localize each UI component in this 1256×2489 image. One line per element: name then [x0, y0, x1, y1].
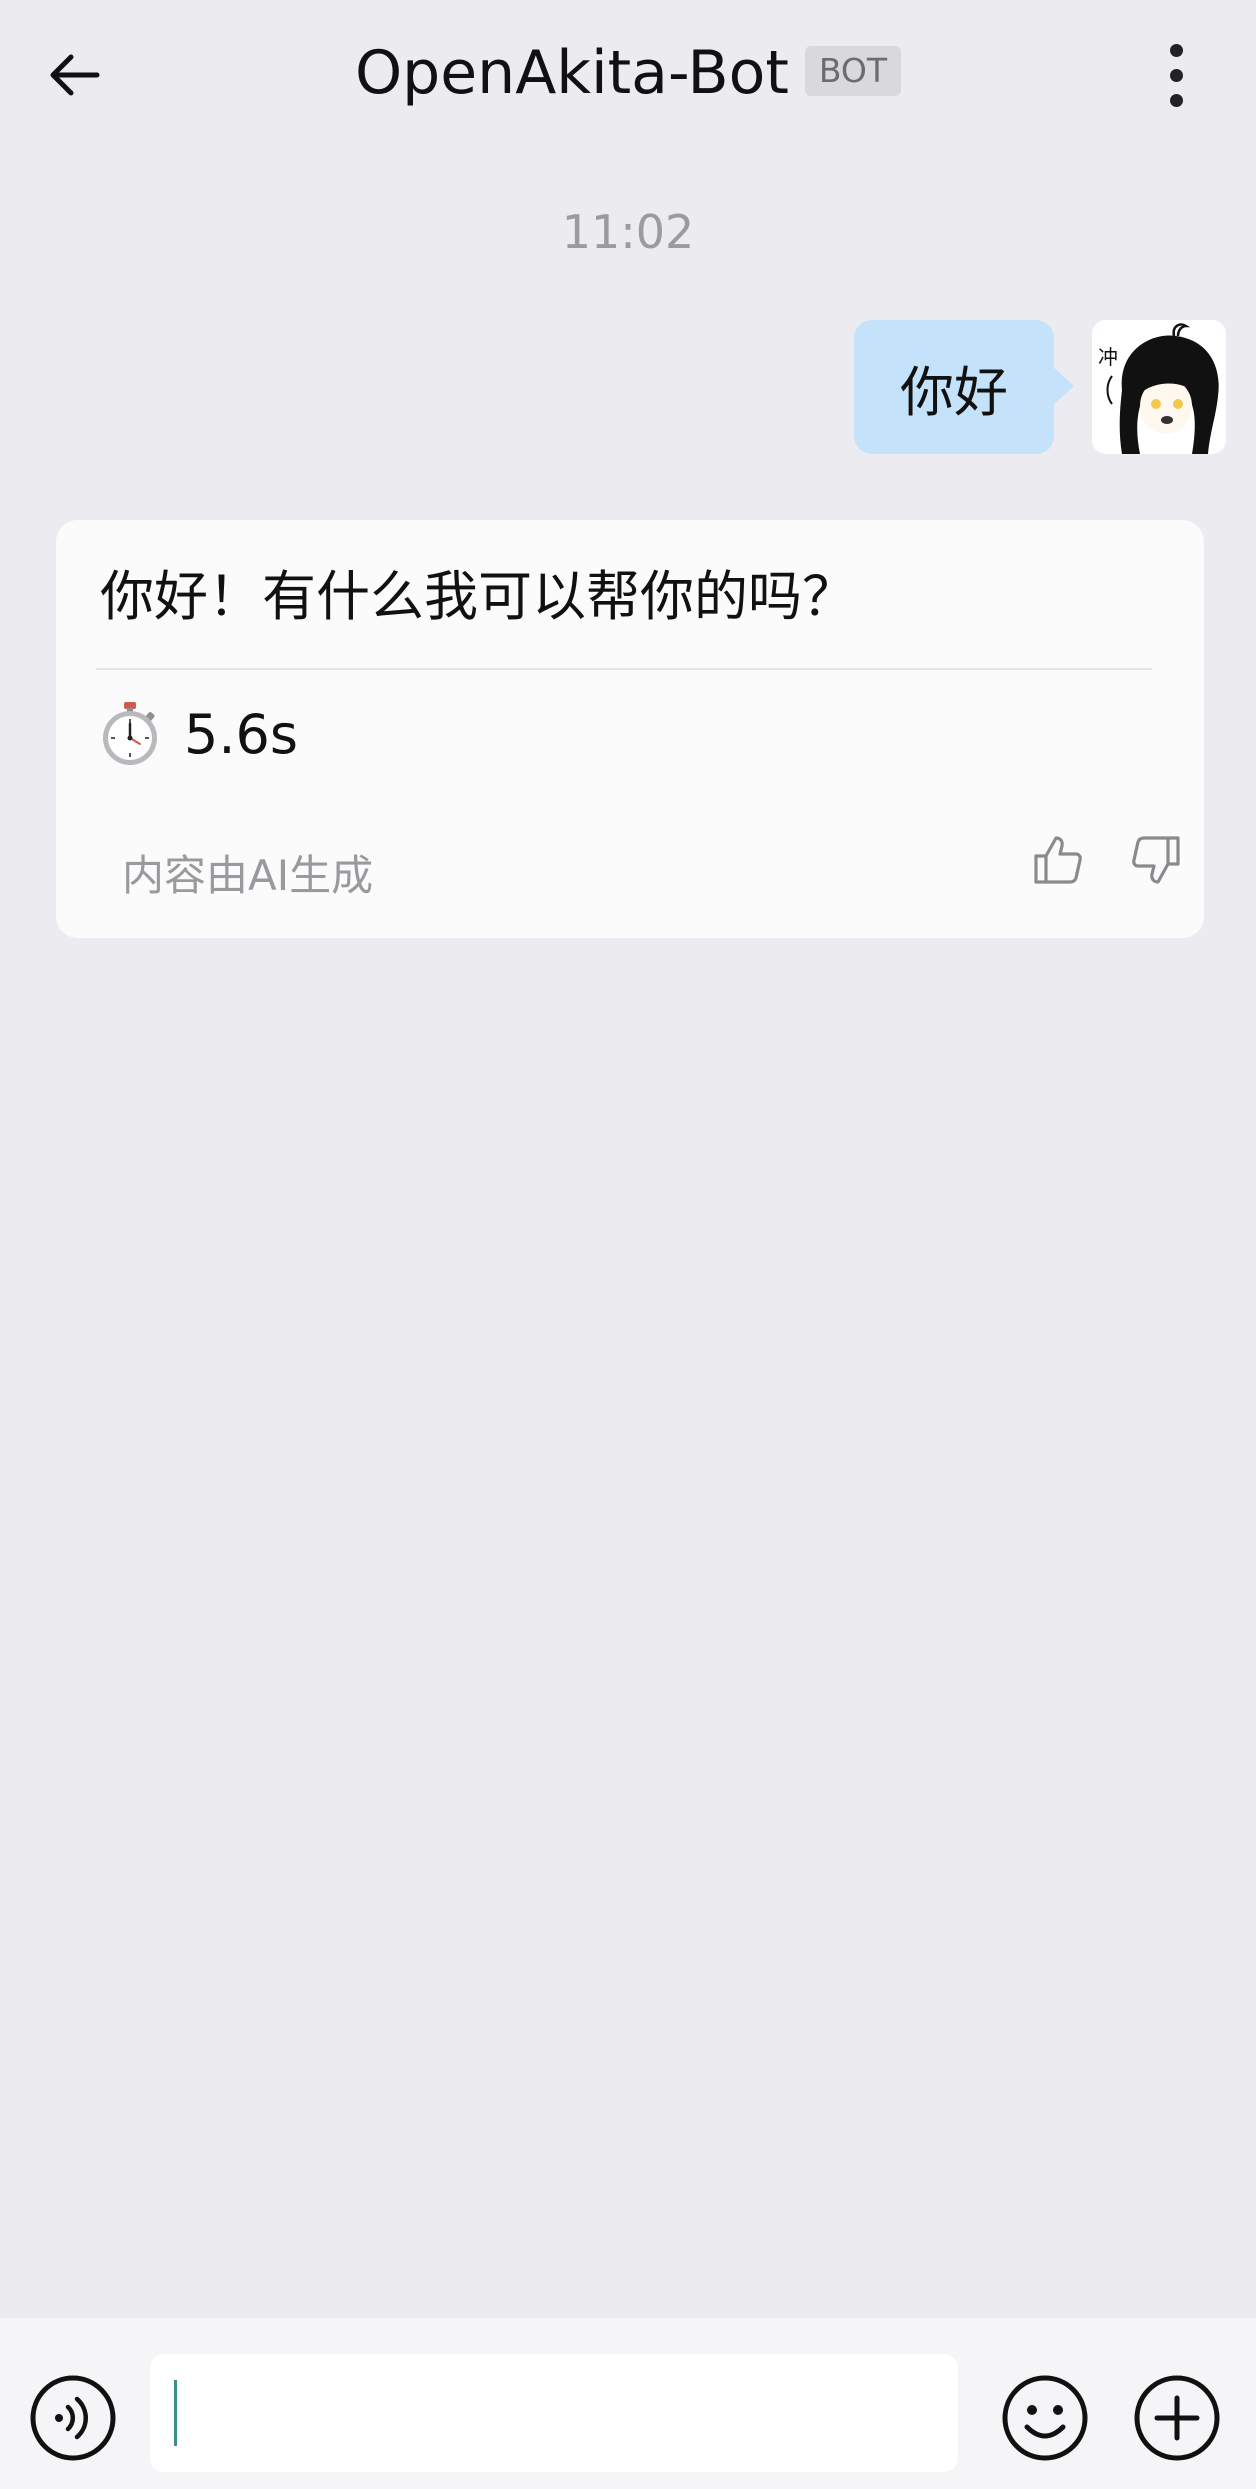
- text-cursor: [174, 2380, 177, 2446]
- message-input-bar: [0, 2318, 1256, 2489]
- more-vertical-icon-dot: [1169, 93, 1183, 107]
- incoming-message-text: 你好！有什么我可以帮你的吗？: [100, 565, 856, 628]
- more-options-button[interactable]: [1140, 30, 1212, 120]
- user-avatar[interactable]: 冲: [1092, 320, 1226, 454]
- more-vertical-icon: [1169, 43, 1183, 57]
- thumbs-down-icon: [1132, 836, 1180, 884]
- emoji-button[interactable]: [1000, 2373, 1090, 2463]
- voice-icon: [30, 2375, 116, 2461]
- chat-title: OpenAkita-Bot: [354, 38, 789, 108]
- stopwatch-icon: [103, 702, 157, 765]
- like-button[interactable]: [1020, 822, 1096, 898]
- avatar-illustration: 冲: [1092, 320, 1226, 454]
- plus-circle-icon: [1134, 2375, 1220, 2461]
- outgoing-message-bubble[interactable]: 你好: [854, 320, 1074, 454]
- smiley-icon: [1002, 2375, 1088, 2461]
- outgoing-message-row: 你好 冲: [854, 320, 1226, 454]
- outgoing-message-text: 你好: [900, 360, 1008, 424]
- title-wrap: OpenAkita-Bot BOT: [0, 36, 1256, 110]
- message-timestamp: 11:02: [561, 205, 695, 259]
- incoming-message-card: 你好！有什么我可以帮你的吗？ 5.6s 内容由AI生成: [56, 520, 1204, 938]
- voice-input-button[interactable]: [28, 2373, 118, 2463]
- ai-generated-note: 内容由AI生成: [122, 851, 374, 900]
- chat-screen: OpenAkita-Bot BOT 11:02 你好 冲 你好！有什么我可以帮你…: [0, 0, 1256, 2489]
- response-time-row: 5.6s: [98, 700, 298, 768]
- message-input[interactable]: [150, 2354, 958, 2472]
- add-attachment-button[interactable]: [1132, 2373, 1222, 2463]
- response-time-value: 5.6s: [184, 702, 299, 766]
- dislike-button[interactable]: [1118, 822, 1194, 898]
- card-divider: [96, 668, 1152, 670]
- header: OpenAkita-Bot BOT: [0, 0, 1256, 150]
- bot-badge: BOT: [804, 46, 902, 96]
- svg-text:冲: 冲: [1098, 345, 1118, 369]
- more-vertical-icon-dot: [1169, 68, 1183, 82]
- thumbs-up-icon: [1034, 836, 1082, 884]
